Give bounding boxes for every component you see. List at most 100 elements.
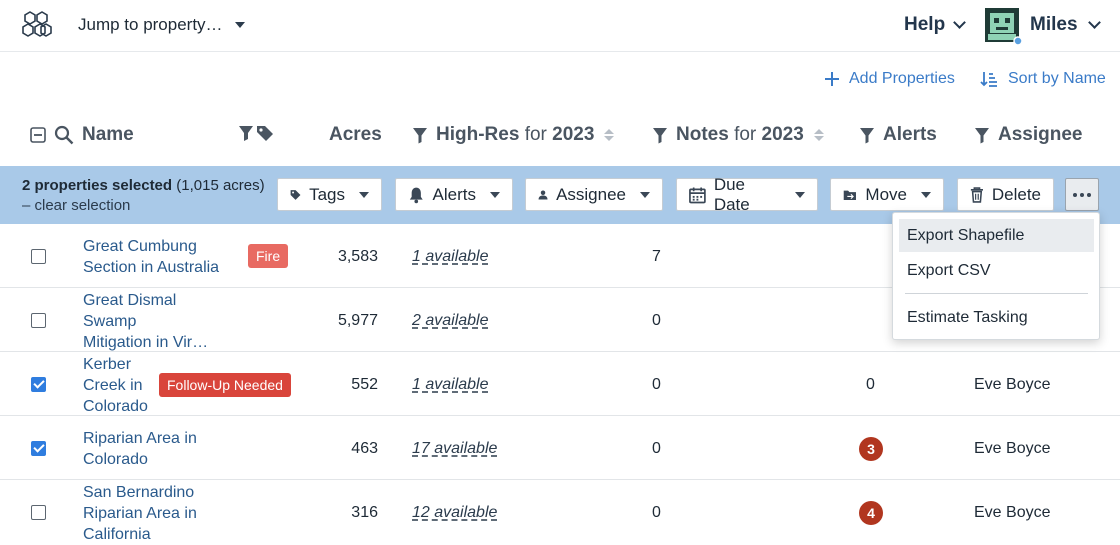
notes-count: 7	[652, 248, 661, 265]
name-header-label: Name	[82, 124, 134, 145]
tags-button[interactable]: Tags	[277, 178, 382, 211]
table-header: Name Acres High-Res for 2023 Notes for 2…	[0, 118, 1120, 158]
tags-label: Tags	[309, 184, 345, 204]
property-name-line: Section in Australia	[83, 259, 220, 276]
highres-column-header[interactable]: High-Res for 2023	[412, 124, 615, 146]
caret-down-icon	[921, 191, 931, 198]
sort-by-name-button[interactable]: Sort by Name	[980, 70, 1106, 88]
highres-available-link[interactable]: 12 available	[412, 504, 497, 522]
chevron-down-icon	[953, 16, 967, 29]
property-name-line: Swamp	[83, 313, 137, 330]
sort-arrows-icon[interactable]	[813, 129, 824, 141]
property-name-line: Great Dismal	[83, 292, 177, 309]
property-name-link[interactable]: Great Dismal Swamp Mitigation in Vir…	[83, 290, 208, 353]
row-checkbox[interactable]	[31, 313, 46, 328]
alerts-count: 0	[866, 376, 875, 393]
caret-down-icon	[490, 191, 500, 198]
acres-value: 552	[351, 376, 378, 393]
top-bar: Jump to property… Help Miles	[0, 0, 1120, 52]
menu-divider	[905, 293, 1088, 294]
property-name-link[interactable]: San Bernardino Riparian Area in Californ…	[83, 482, 197, 545]
help-menu[interactable]: Help	[904, 14, 967, 36]
property-name-line: Mitigation in Vir…	[83, 334, 209, 351]
selection-acres: (1,015 acres)	[176, 177, 265, 194]
property-name-line: Kerber	[83, 356, 132, 373]
export-shapefile-menu-item[interactable]: Export Shapefile	[899, 219, 1094, 252]
alerts-column-header[interactable]: Alerts	[859, 124, 937, 146]
property-name-link[interactable]: Great Cumbung Section in Australia	[83, 236, 219, 278]
caret-down-icon	[795, 191, 805, 198]
table-row[interactable]: San Bernardino Riparian Area in Californ…	[0, 480, 1120, 544]
assignee-name[interactable]: Eve Boyce	[974, 440, 1050, 458]
property-name-line: California	[83, 526, 151, 543]
highres-header-label: High-Res	[436, 124, 520, 145]
chevron-down-icon	[1087, 16, 1101, 29]
sort-icon	[980, 72, 997, 87]
notes-count: 0	[652, 440, 661, 457]
table-row[interactable]: Kerber Creek in Colorado Follow-Up Neede…	[0, 352, 1120, 416]
filter-icon	[860, 127, 874, 143]
more-options-button[interactable]	[1065, 178, 1099, 211]
highres-available-link[interactable]: 17 available	[412, 440, 497, 458]
highres-available-link[interactable]: 1 available	[412, 376, 489, 394]
calendar-icon	[689, 187, 706, 203]
name-column-header[interactable]: Name	[30, 124, 134, 146]
acres-value: 463	[351, 440, 378, 457]
assignee-column-header[interactable]: Assignee	[974, 124, 1082, 146]
highres-year-label[interactable]: 2023	[552, 124, 594, 145]
assignee-name[interactable]: Eve Boyce	[974, 504, 1050, 522]
caret-down-icon	[359, 191, 369, 198]
alerts-badge[interactable]: 4	[859, 501, 883, 525]
table-row[interactable]: Riparian Area in Colorado 463 17 availab…	[0, 416, 1120, 480]
assignee-button[interactable]: Assignee	[525, 178, 663, 211]
help-label: Help	[904, 14, 946, 35]
more-options-menu: Export Shapefile Export CSV Estimate Tas…	[892, 212, 1100, 340]
jump-to-property-dropdown[interactable]: Jump to property…	[78, 15, 245, 35]
delete-button[interactable]: Delete	[957, 178, 1054, 211]
row-checkbox[interactable]	[31, 249, 46, 264]
assignee-header-label: Assignee	[998, 124, 1083, 145]
avatar[interactable]	[984, 7, 1022, 45]
property-name-line: Colorado	[83, 398, 148, 415]
highres-for-label: for	[524, 124, 547, 145]
highres-available-link[interactable]: 1 available	[412, 248, 489, 266]
row-checkbox[interactable]	[31, 505, 46, 520]
tag-icon	[290, 189, 301, 200]
acres-column-header[interactable]: Acres	[329, 124, 382, 146]
notes-count: 0	[652, 376, 661, 393]
add-properties-button[interactable]: Add Properties	[825, 70, 955, 88]
row-checkbox[interactable]	[31, 377, 46, 392]
property-name-line: Colorado	[83, 451, 148, 468]
row-checkbox[interactable]	[31, 441, 46, 456]
sort-arrows-icon[interactable]	[604, 129, 615, 141]
name-filter-tags[interactable]	[238, 124, 274, 142]
select-all-checkbox-icon[interactable]	[30, 127, 46, 143]
property-name-line: Riparian Area in	[83, 430, 197, 447]
clear-selection-link[interactable]: – clear selection	[22, 196, 265, 216]
notes-year-label[interactable]: 2023	[762, 124, 804, 145]
due-date-label: Due Date	[713, 174, 750, 214]
hexagon-logo-icon[interactable]	[20, 10, 56, 42]
alerts-badge[interactable]: 3	[859, 437, 883, 461]
property-name-line: Creek in	[83, 377, 143, 394]
status-tag[interactable]: Fire	[248, 244, 289, 268]
move-button[interactable]: Move	[830, 178, 944, 211]
assignee-name[interactable]: Eve Boyce	[974, 376, 1050, 394]
estimate-tasking-menu-item[interactable]: Estimate Tasking	[899, 301, 1094, 334]
bell-icon	[409, 187, 423, 203]
acres-value: 316	[351, 504, 378, 521]
ellipsis-icon	[1073, 192, 1077, 197]
search-icon[interactable]	[54, 125, 74, 145]
acres-value: 5,977	[337, 312, 378, 329]
alerts-header-label: Alerts	[883, 124, 937, 145]
alerts-button[interactable]: Alerts	[395, 178, 513, 211]
status-tag[interactable]: Follow-Up Needed	[159, 373, 291, 397]
notes-column-header[interactable]: Notes for 2023	[652, 124, 824, 146]
property-name-link[interactable]: Kerber Creek in Colorado	[83, 354, 148, 417]
due-date-button[interactable]: Due Date	[676, 175, 818, 214]
property-name-link[interactable]: Riparian Area in Colorado	[83, 428, 197, 470]
export-csv-menu-item[interactable]: Export CSV	[899, 254, 1094, 287]
highres-available-link[interactable]: 2 available	[412, 312, 489, 330]
user-menu[interactable]: Miles	[1030, 14, 1101, 36]
notes-for-label: for	[734, 124, 757, 145]
